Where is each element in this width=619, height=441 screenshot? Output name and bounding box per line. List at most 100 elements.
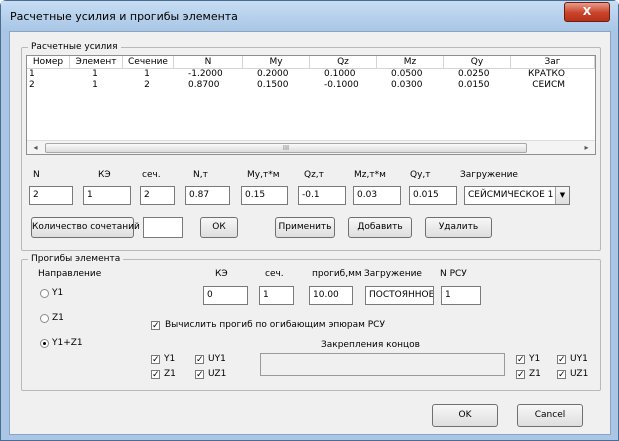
add-button[interactable]: Добавить — [348, 217, 412, 238]
left-y1-checkbox[interactable]: ✓ — [151, 355, 160, 365]
column-header-n[interactable]: N — [174, 56, 243, 69]
column-header-qz[interactable]: Qz — [310, 56, 377, 69]
cell-mz: 0.0300 — [391, 80, 423, 90]
ke-input[interactable]: 1 — [83, 186, 131, 205]
load-select-value: СЕЙСМИЧЕСКОЕ 1 — [468, 190, 554, 200]
horizontal-scrollbar[interactable]: ◂ III ▸ — [27, 140, 595, 154]
column-header-my[interactable]: My — [243, 56, 310, 69]
deflection-ke-input[interactable]: 0 — [203, 286, 248, 305]
load-select[interactable]: СЕЙСМИЧЕСКОЕ 1 ▼ — [464, 186, 570, 205]
forces-group: Расчетные усилия Номер Элемент Сечение N… — [21, 41, 601, 251]
radio-z1-label[interactable]: Z1 — [52, 312, 64, 324]
left-z1-checkbox[interactable]: ✓ — [151, 370, 160, 380]
right-y1-checkbox[interactable]: ✓ — [516, 355, 525, 365]
my-input[interactable]: 0.15 — [241, 186, 288, 205]
deflection-label-section: сеч. — [265, 269, 284, 279]
cell-qz: -0.1000 — [324, 80, 359, 90]
deflection-load-input[interactable]: ПОСТОЯННОЕ — [365, 286, 434, 305]
left-z1-label[interactable]: Z1 — [164, 368, 176, 380]
cell-my: 0.1500 — [257, 80, 289, 90]
radio-y1-z1-label[interactable]: Y1+Z1 — [52, 337, 83, 349]
envelope-checkbox[interactable]: ✓ — [151, 321, 160, 331]
cell-number: 1 — [29, 69, 35, 79]
mz-input[interactable]: 0.03 — [353, 186, 401, 205]
column-header-section[interactable]: Сечение — [123, 56, 174, 69]
ok-combinations-button[interactable]: ОК — [200, 217, 238, 238]
column-header-element[interactable]: Элемент — [70, 56, 123, 69]
cell-element: 1 — [92, 69, 98, 79]
right-uz1-checkbox[interactable]: ✓ — [557, 370, 566, 380]
n-t-input[interactable]: 0.87 — [185, 186, 230, 205]
label-qz: Qz,т — [304, 170, 324, 180]
fixings-label: Закрепления концов — [321, 340, 420, 350]
cancel-button[interactable]: Cancel — [517, 404, 583, 427]
left-uz1-label[interactable]: UZ1 — [208, 368, 226, 380]
chevron-down-icon[interactable]: ▼ — [555, 187, 569, 204]
dialog-window: Расчетные усилия и прогибы элемента X Ра… — [0, 0, 619, 441]
column-header-load[interactable]: Заг — [511, 56, 595, 69]
deflection-group: Прогибы элемента Направление Y1 Z1 Y1+Z1… — [21, 253, 601, 391]
cell-element: 1 — [92, 80, 98, 90]
window-title: Расчетные усилия и прогибы элемента — [10, 10, 238, 23]
right-y1-label[interactable]: Y1 — [529, 353, 540, 365]
deflection-group-legend: Прогибы элемента — [28, 253, 124, 265]
n-input[interactable]: 2 — [29, 186, 73, 205]
section-input[interactable]: 2 — [140, 186, 175, 205]
label-section: сеч. — [142, 170, 161, 180]
label-qy: Qy,т — [410, 170, 431, 180]
forces-list[interactable]: Номер Элемент Сечение N My Qz Mz Qy Заг … — [26, 55, 596, 155]
label-load: Загружение — [460, 170, 518, 180]
scroll-left-icon[interactable]: ◂ — [27, 141, 44, 155]
cell-qy: 0.0250 — [458, 69, 490, 79]
apply-button[interactable]: Применить — [275, 217, 335, 238]
cell-load: СЕЙСМ — [532, 80, 565, 90]
deflection-label-ke: КЭ — [215, 269, 228, 279]
right-uy1-checkbox[interactable]: ✓ — [557, 355, 566, 365]
radio-z1[interactable] — [40, 314, 49, 323]
close-button[interactable]: X — [564, 2, 610, 22]
cell-section: 1 — [144, 69, 150, 79]
column-header-number[interactable]: Номер — [27, 56, 70, 69]
right-z1-checkbox[interactable]: ✓ — [516, 370, 525, 380]
right-z1-label[interactable]: Z1 — [529, 368, 541, 380]
column-header-qy[interactable]: Qy — [444, 56, 511, 69]
deflection-value-input[interactable]: 10.00 — [309, 286, 353, 305]
deflection-label-load: Загружение — [364, 269, 422, 279]
radio-y1[interactable] — [40, 289, 49, 298]
table-row[interactable]: 2 1 2 0.8700 0.1500 -0.1000 0.0300 0.015… — [27, 80, 565, 91]
right-uy1-label[interactable]: UY1 — [570, 353, 588, 365]
qz-input[interactable]: -0.1 — [298, 186, 346, 205]
deflection-label-nrsu: N РСУ — [440, 269, 467, 279]
ok-button[interactable]: OK — [432, 404, 498, 427]
label-my: My,т*м — [247, 170, 280, 180]
column-header-mz[interactable]: Mz — [377, 56, 444, 69]
cell-load: КРАТКО — [528, 69, 565, 79]
cell-my: 0.2000 — [257, 69, 289, 79]
deflection-label-value: прогиб,мм — [312, 269, 362, 279]
radio-y1-label[interactable]: Y1 — [52, 287, 63, 299]
cell-section: 2 — [144, 80, 150, 90]
direction-label: Направление — [38, 269, 102, 279]
deflection-nrsu-input[interactable]: 1 — [441, 286, 481, 305]
deflection-section-input[interactable]: 1 — [259, 286, 294, 305]
left-uy1-label[interactable]: UY1 — [208, 353, 226, 365]
scroll-right-icon[interactable]: ▸ — [578, 141, 595, 155]
right-uz1-label[interactable]: UZ1 — [570, 368, 588, 380]
scrollbar-thumb[interactable]: III — [45, 143, 527, 153]
left-uz1-checkbox[interactable]: ✓ — [195, 370, 204, 380]
cell-number: 2 — [29, 80, 35, 90]
title-bar[interactable]: Расчетные усилия и прогибы элемента X — [1, 1, 618, 31]
dialog-client: Расчетные усилия Номер Элемент Сечение N… — [9, 31, 611, 435]
table-row[interactable]: 1 1 1 -1.2000 0.2000 0.1000 0.0500 0.025… — [27, 69, 565, 80]
combinations-count-input[interactable] — [143, 217, 183, 238]
cell-qz: 0.1000 — [324, 69, 356, 79]
radio-y1-z1[interactable] — [40, 339, 49, 348]
qy-input[interactable]: 0.015 — [409, 186, 457, 205]
combinations-count-button[interactable]: Количество сочетаний — [31, 217, 140, 238]
label-n: N — [33, 170, 40, 180]
cell-n: -1.2000 — [188, 69, 223, 79]
delete-button[interactable]: Удалить — [425, 217, 492, 238]
envelope-checkbox-label[interactable]: Вычислить прогиб по огибающим эпюрам РСУ — [165, 319, 385, 331]
left-y1-label[interactable]: Y1 — [164, 353, 175, 365]
left-uy1-checkbox[interactable]: ✓ — [195, 355, 204, 365]
